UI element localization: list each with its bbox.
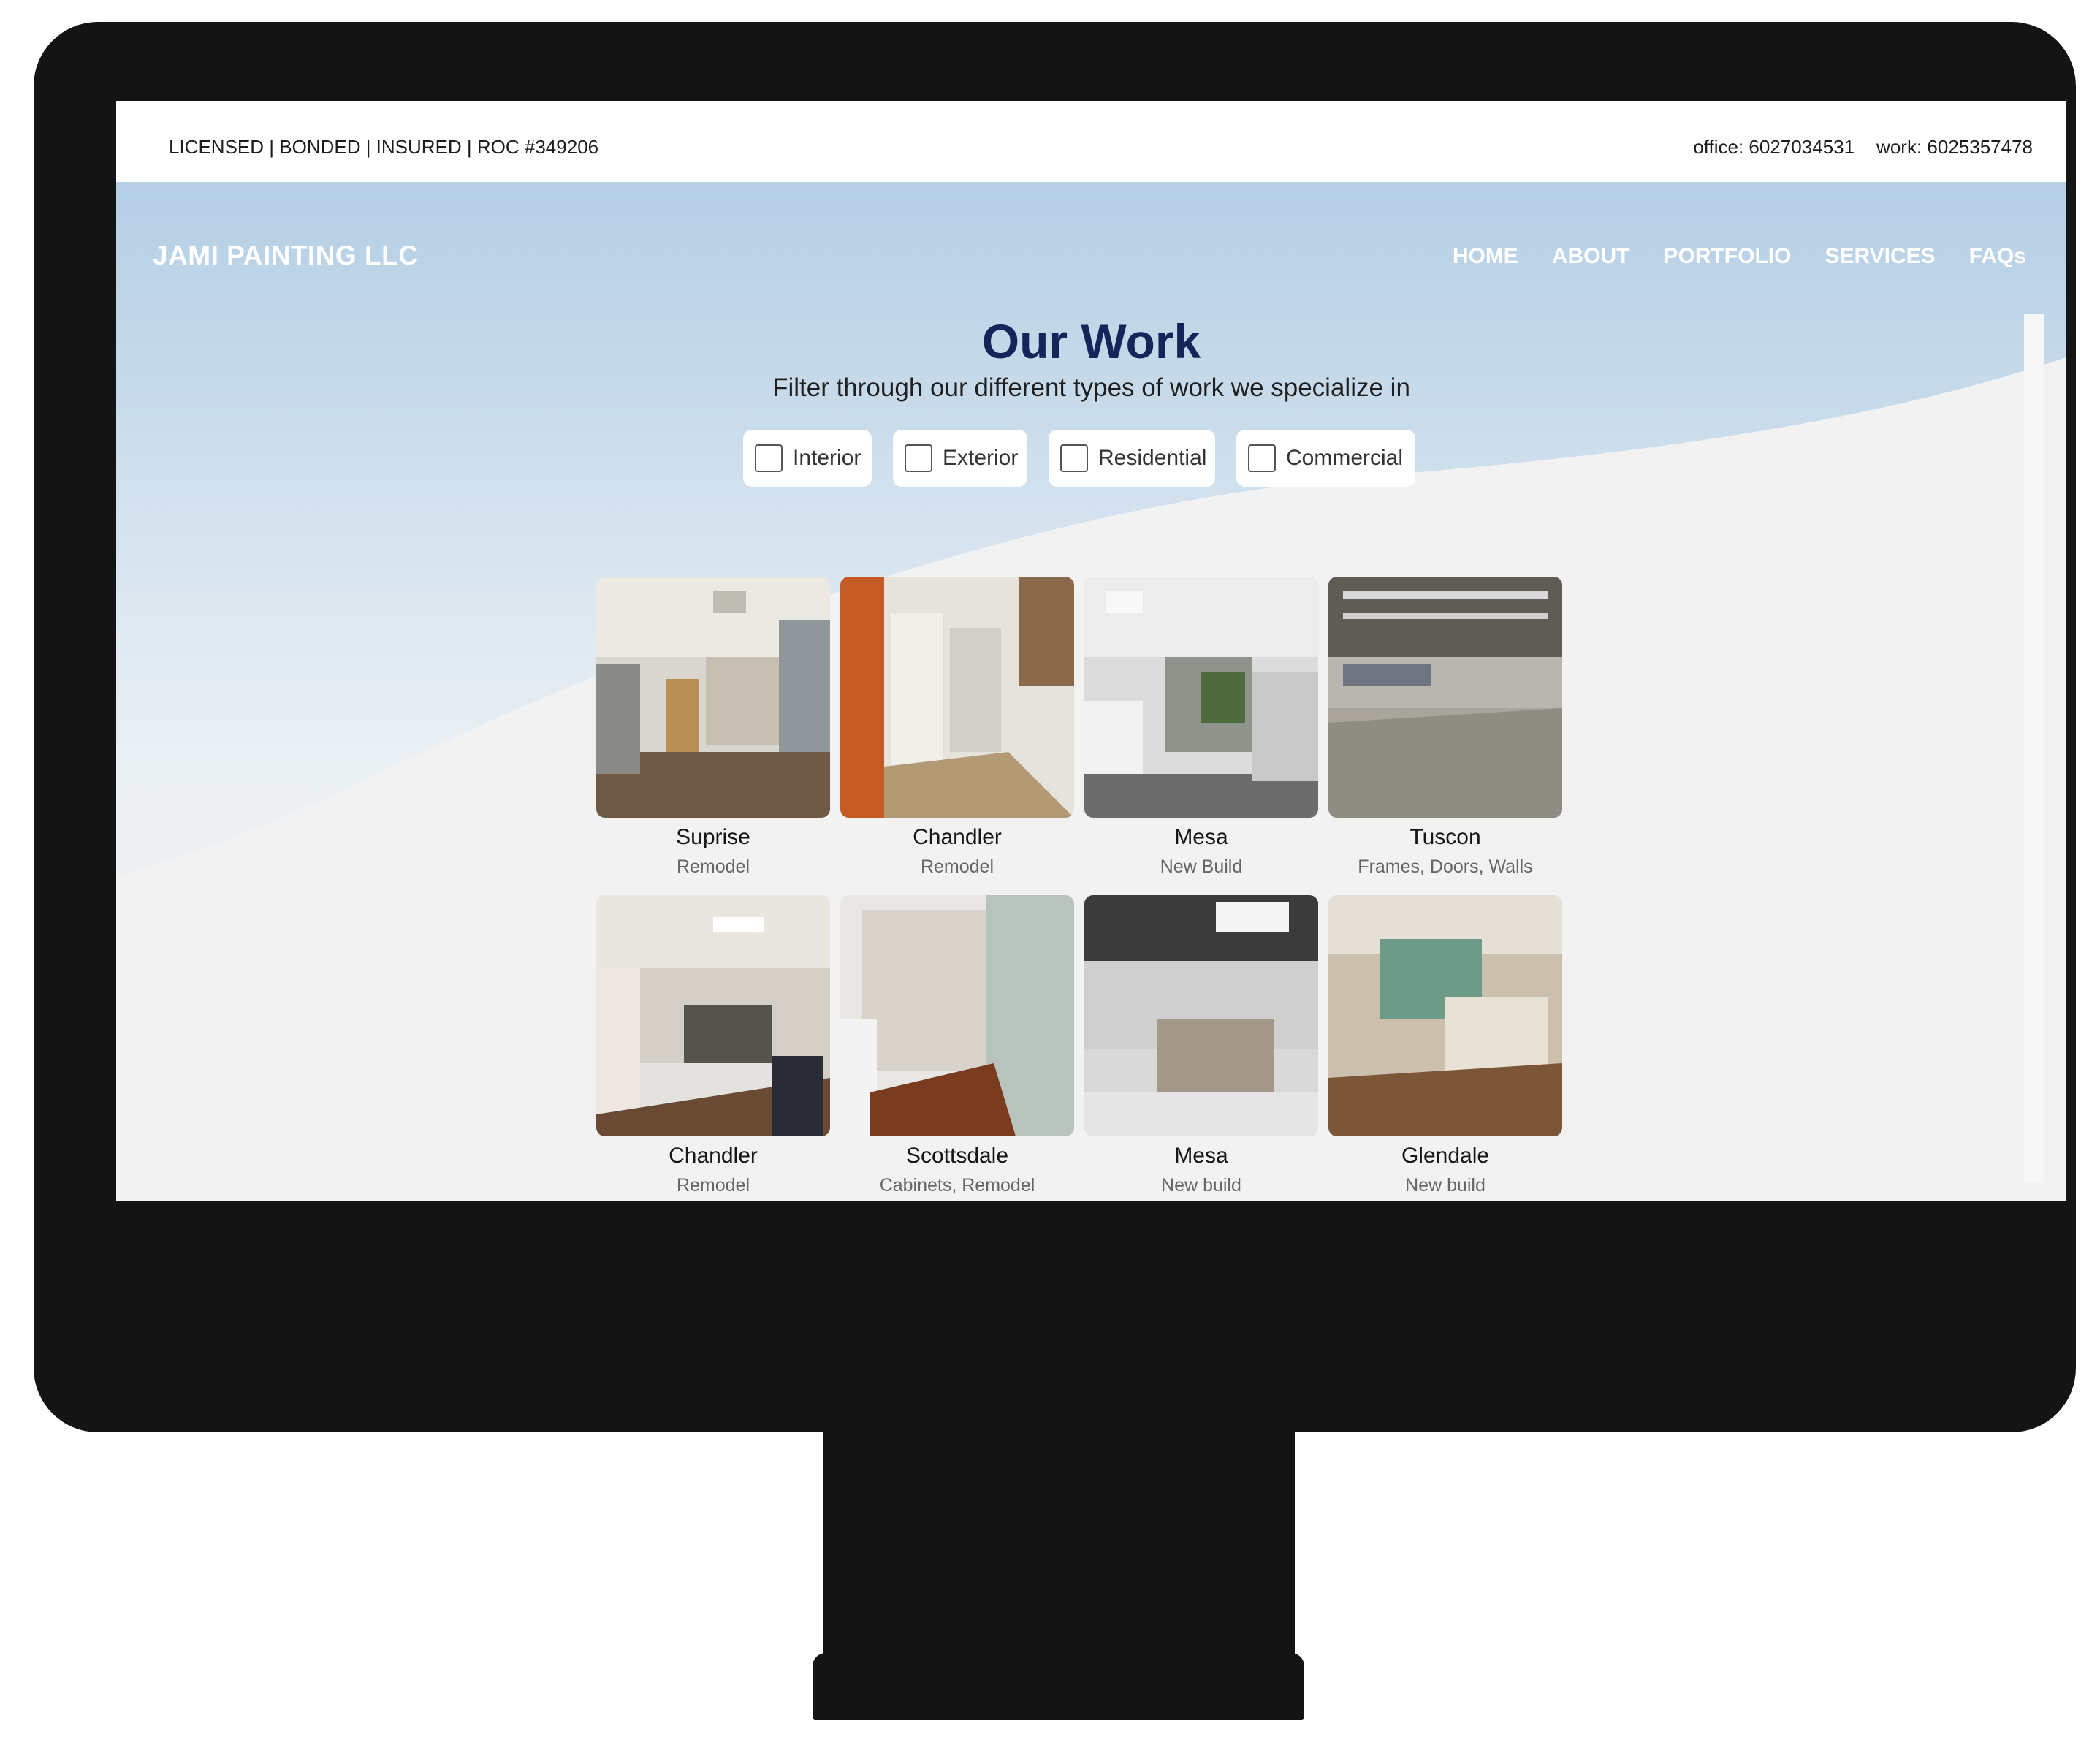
project-card[interactable]: Tuscon Frames, Doors, Walls	[1328, 577, 1562, 884]
project-city: Tuscon	[1409, 825, 1481, 849]
section-title: Our Work	[981, 314, 1201, 368]
project-description: New build	[1161, 1175, 1241, 1196]
nav-about[interactable]: ABOUT	[1552, 244, 1630, 269]
license-text: LICENSED | BONDED | INSURED | ROC #34920…	[169, 136, 599, 158]
nav-services[interactable]: SERVICES	[1825, 244, 1935, 269]
monitor-stand-foot	[813, 1653, 1304, 1720]
filter-label: Exterior	[943, 446, 1019, 470]
filter-bar: Interior Exterior Residential Commercial	[743, 430, 1415, 487]
work-phone[interactable]: work: 6025357478	[1876, 136, 2033, 159]
project-photo[interactable]	[1328, 895, 1562, 1136]
project-description: Remodel	[676, 856, 750, 877]
project-description: New Build	[1160, 856, 1243, 877]
project-city: Scottsdale	[905, 1144, 1009, 1168]
project-photo[interactable]	[840, 895, 1074, 1136]
project-city: Chandler	[669, 1144, 758, 1168]
filter-commercial[interactable]: Commercial	[1236, 430, 1415, 487]
office-phone[interactable]: office: 6027034531	[1693, 136, 1854, 159]
monitor-stand	[823, 1429, 1295, 1662]
project-city: Suprise	[676, 825, 750, 849]
project-card[interactable]: Scottsdale Cabinets, Remodel	[840, 895, 1074, 1201]
project-description: Cabinets, Remodel	[879, 1175, 1035, 1196]
brand-logo-text[interactable]: JAMI PAINTING LLC	[153, 240, 418, 271]
project-photo[interactable]	[1084, 577, 1318, 818]
project-photo[interactable]	[1084, 895, 1318, 1136]
project-photo[interactable]	[596, 577, 830, 818]
phone-numbers: office: 6027034531 work: 6025357478	[1693, 136, 2033, 159]
filter-interior[interactable]: Interior	[743, 430, 872, 487]
filter-exterior[interactable]: Exterior	[893, 430, 1027, 487]
project-photo[interactable]	[840, 577, 1074, 818]
main-nav: HOME ABOUT PORTFOLIO SERVICES FAQs	[1453, 244, 2026, 269]
project-card[interactable]: Glendale New build	[1328, 895, 1562, 1201]
filter-label: Residential	[1098, 446, 1207, 470]
filter-label: Commercial	[1286, 446, 1404, 470]
filter-label: Interior	[793, 446, 861, 470]
top-info-bar: LICENSED | BONDED | INSURED | ROC #34920…	[116, 101, 2066, 182]
checkbox-icon[interactable]	[755, 444, 783, 472]
screen: LICENSED | BONDED | INSURED | ROC #34920…	[116, 101, 2066, 1201]
project-description: Remodel	[676, 1175, 750, 1196]
filter-residential[interactable]: Residential	[1049, 430, 1215, 487]
project-photo[interactable]	[1328, 577, 1562, 818]
project-card[interactable]: Mesa New Build	[1084, 577, 1318, 884]
nav-home[interactable]: HOME	[1453, 244, 1518, 269]
project-photo[interactable]	[596, 895, 830, 1136]
project-description: New build	[1405, 1175, 1485, 1196]
monitor-frame: LICENSED | BONDED | INSURED | ROC #34920…	[34, 22, 2076, 1432]
project-card[interactable]: Mesa New build	[1084, 895, 1318, 1201]
nav-faqs[interactable]: FAQs	[1969, 244, 2026, 269]
project-city: Mesa	[1174, 825, 1228, 849]
hero-section: JAMI PAINTING LLC HOME ABOUT PORTFOLIO S…	[116, 182, 2066, 1201]
project-description: Remodel	[920, 856, 994, 877]
project-card[interactable]: Chandler Remodel	[840, 577, 1074, 884]
project-city: Chandler	[913, 825, 1002, 849]
section-subtitle: Filter through our different types of wo…	[772, 373, 1410, 402]
project-city: Glendale	[1401, 1144, 1490, 1168]
checkbox-icon[interactable]	[1060, 444, 1088, 472]
checkbox-icon[interactable]	[1248, 444, 1276, 472]
project-card[interactable]: Suprise Remodel	[596, 577, 830, 884]
nav-portfolio[interactable]: PORTFOLIO	[1663, 244, 1791, 269]
scrollbar-track[interactable]	[2024, 314, 2044, 1183]
project-card[interactable]: Chandler Remodel	[596, 895, 830, 1201]
portfolio-grid: Suprise Remodel Chandler Remodel Mesa Ne…	[596, 577, 1564, 1198]
checkbox-icon[interactable]	[905, 444, 932, 472]
project-description: Frames, Doors, Walls	[1358, 856, 1533, 877]
project-city: Mesa	[1174, 1144, 1228, 1168]
